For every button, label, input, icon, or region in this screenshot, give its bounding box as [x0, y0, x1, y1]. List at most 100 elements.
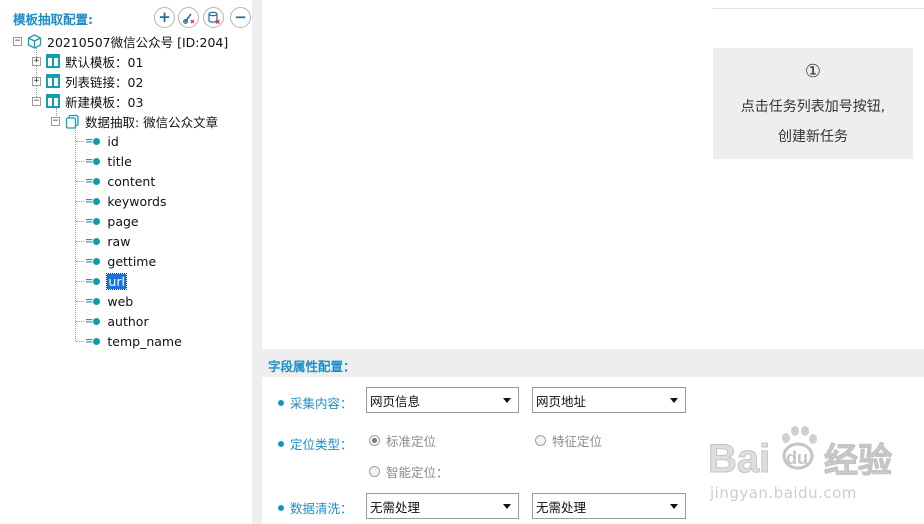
field-config-title: 字段属性配置：: [268, 359, 356, 374]
minus-icon: −: [234, 8, 247, 26]
data-clean-label: 数据清洗：: [278, 498, 353, 517]
tree-field-item-selected[interactable]: = url: [76, 271, 127, 291]
field-label: temp_name: [107, 333, 182, 349]
panel-splitter[interactable]: [252, 0, 262, 524]
dropdown-arrow-icon: [670, 504, 678, 509]
bullet-icon: [278, 504, 284, 511]
tree-item-template[interactable]: + 默认模板：01: [32, 51, 143, 71]
template-icon: [46, 74, 60, 88]
tree-field-item[interactable]: = keywords: [76, 191, 167, 211]
field-label: gettime: [107, 253, 157, 269]
tree-field-item[interactable]: = page: [76, 211, 139, 231]
tree-item-label: 新建模板：03: [65, 94, 144, 110]
radio-smart-locate[interactable]: 智能定位：: [369, 462, 449, 481]
field-label: content: [107, 173, 156, 189]
bullet-icon: [278, 399, 284, 406]
field-icon: [93, 277, 101, 285]
collect-content-select[interactable]: 网页信息: [366, 387, 519, 413]
tree-field-item[interactable]: = temp_name: [76, 331, 182, 351]
field-label: raw: [107, 233, 131, 249]
watermark-url: jingyan.baidu.com: [710, 484, 857, 502]
dropdown-arrow-icon: [503, 504, 511, 509]
select-value: 无需处理: [370, 499, 421, 515]
svg-text:du: du: [786, 448, 808, 468]
collect-content-label: 采集内容：: [278, 393, 353, 412]
template-tree-panel: 模板抽取配置: + − − 20210507微信公众号 [ID:204] + 默…: [0, 0, 256, 524]
radio-standard-locate[interactable]: 标准定位: [369, 431, 436, 450]
tree-field-item[interactable]: = author: [76, 311, 149, 331]
field-icon: [93, 197, 101, 205]
collapse-toggle[interactable]: −: [32, 96, 41, 106]
tree-root[interactable]: − 20210507微信公众号 [ID:204]: [13, 31, 228, 51]
hint-text-line1: 点击任务列表加号按钮,: [740, 99, 886, 115]
field-label: web: [107, 293, 134, 309]
tree-item-label: 默认模板：01: [65, 54, 144, 70]
radio-icon: [369, 466, 380, 477]
tree-item-label: 列表链接：02: [65, 74, 144, 90]
tree-field-item[interactable]: = title: [76, 151, 132, 171]
remove-button[interactable]: −: [230, 7, 251, 28]
edit-link-button[interactable]: [178, 7, 199, 28]
tree-item-extraction[interactable]: − 数据抽取: 微信公众文章: [51, 111, 218, 131]
database-button[interactable]: [203, 7, 224, 28]
tree-field-item[interactable]: = raw: [76, 231, 130, 251]
tree-field-item[interactable]: = id: [76, 131, 119, 151]
expand-toggle[interactable]: +: [32, 76, 41, 86]
plus-icon: +: [158, 8, 171, 26]
svg-text:Bai: Bai: [708, 437, 770, 481]
select-value: 无需处理: [536, 499, 587, 515]
baidu-jingyan-watermark: Bai du 经验 jingyan.baidu.com: [706, 420, 921, 520]
field-icon: [93, 157, 101, 165]
database-icon: [207, 11, 220, 24]
radio-feature-locate[interactable]: 特征定位: [535, 431, 602, 450]
field-icon: [93, 257, 101, 265]
field-label: page: [107, 213, 139, 229]
field-icon: [93, 177, 101, 185]
template-icon: [46, 54, 60, 68]
field-label: title: [107, 153, 132, 169]
tree-root-label: 20210507微信公众号 [ID:204]: [47, 34, 229, 50]
field-icon: [93, 297, 101, 305]
field-config-header: 字段属性配置：: [262, 349, 924, 377]
bullet-icon: [278, 440, 284, 447]
select-value: 网页信息: [370, 393, 421, 409]
tree-item-template[interactable]: − 新建模板：03: [32, 91, 143, 111]
field-label: keywords: [107, 193, 167, 209]
collapse-toggle[interactable]: −: [51, 116, 60, 126]
field-label: url: [106, 272, 127, 290]
select-value: 网页地址: [536, 393, 587, 409]
cube-icon: [27, 33, 42, 49]
baidu-logo-icon: Bai du 经验: [708, 426, 893, 482]
collect-source-select[interactable]: 网页地址: [532, 387, 686, 413]
top-divider: [713, 8, 924, 9]
tree-field-item[interactable]: = content: [76, 171, 155, 191]
data-clean-select[interactable]: 无需处理: [366, 493, 519, 519]
field-label: author: [107, 313, 149, 329]
edit-link-icon: [182, 13, 194, 24]
copy-icon: [65, 114, 79, 129]
svg-text:经验: 经验: [824, 441, 892, 481]
tree-item-template[interactable]: + 列表链接：02: [32, 71, 143, 91]
dropdown-arrow-icon: [670, 398, 678, 403]
hint-number: ①: [804, 61, 822, 82]
add-button[interactable]: +: [154, 7, 175, 28]
data-clean-select-2[interactable]: 无需处理: [532, 493, 686, 519]
template-icon: [46, 94, 60, 108]
hint-text-line2: 创建新任务: [778, 129, 848, 145]
collapse-toggle[interactable]: −: [13, 36, 22, 46]
dropdown-arrow-icon: [503, 398, 511, 403]
tree-item-label: 数据抽取: 微信公众文章: [85, 114, 219, 130]
field-icon: [93, 217, 101, 225]
field-icon: [93, 337, 101, 345]
field-label: id: [107, 133, 119, 149]
tree-field-item[interactable]: = gettime: [76, 251, 156, 271]
radio-checked-icon: [369, 435, 380, 446]
field-icon: [93, 237, 101, 245]
tree-field-item[interactable]: = web: [76, 291, 133, 311]
field-icon: [93, 317, 101, 325]
field-icon: [93, 137, 101, 145]
panel-title: 模板抽取配置:: [13, 12, 93, 27]
radio-icon: [535, 435, 546, 446]
hint-box: ① 点击任务列表加号按钮, 创建新任务: [713, 48, 913, 159]
expand-toggle[interactable]: +: [32, 56, 41, 66]
